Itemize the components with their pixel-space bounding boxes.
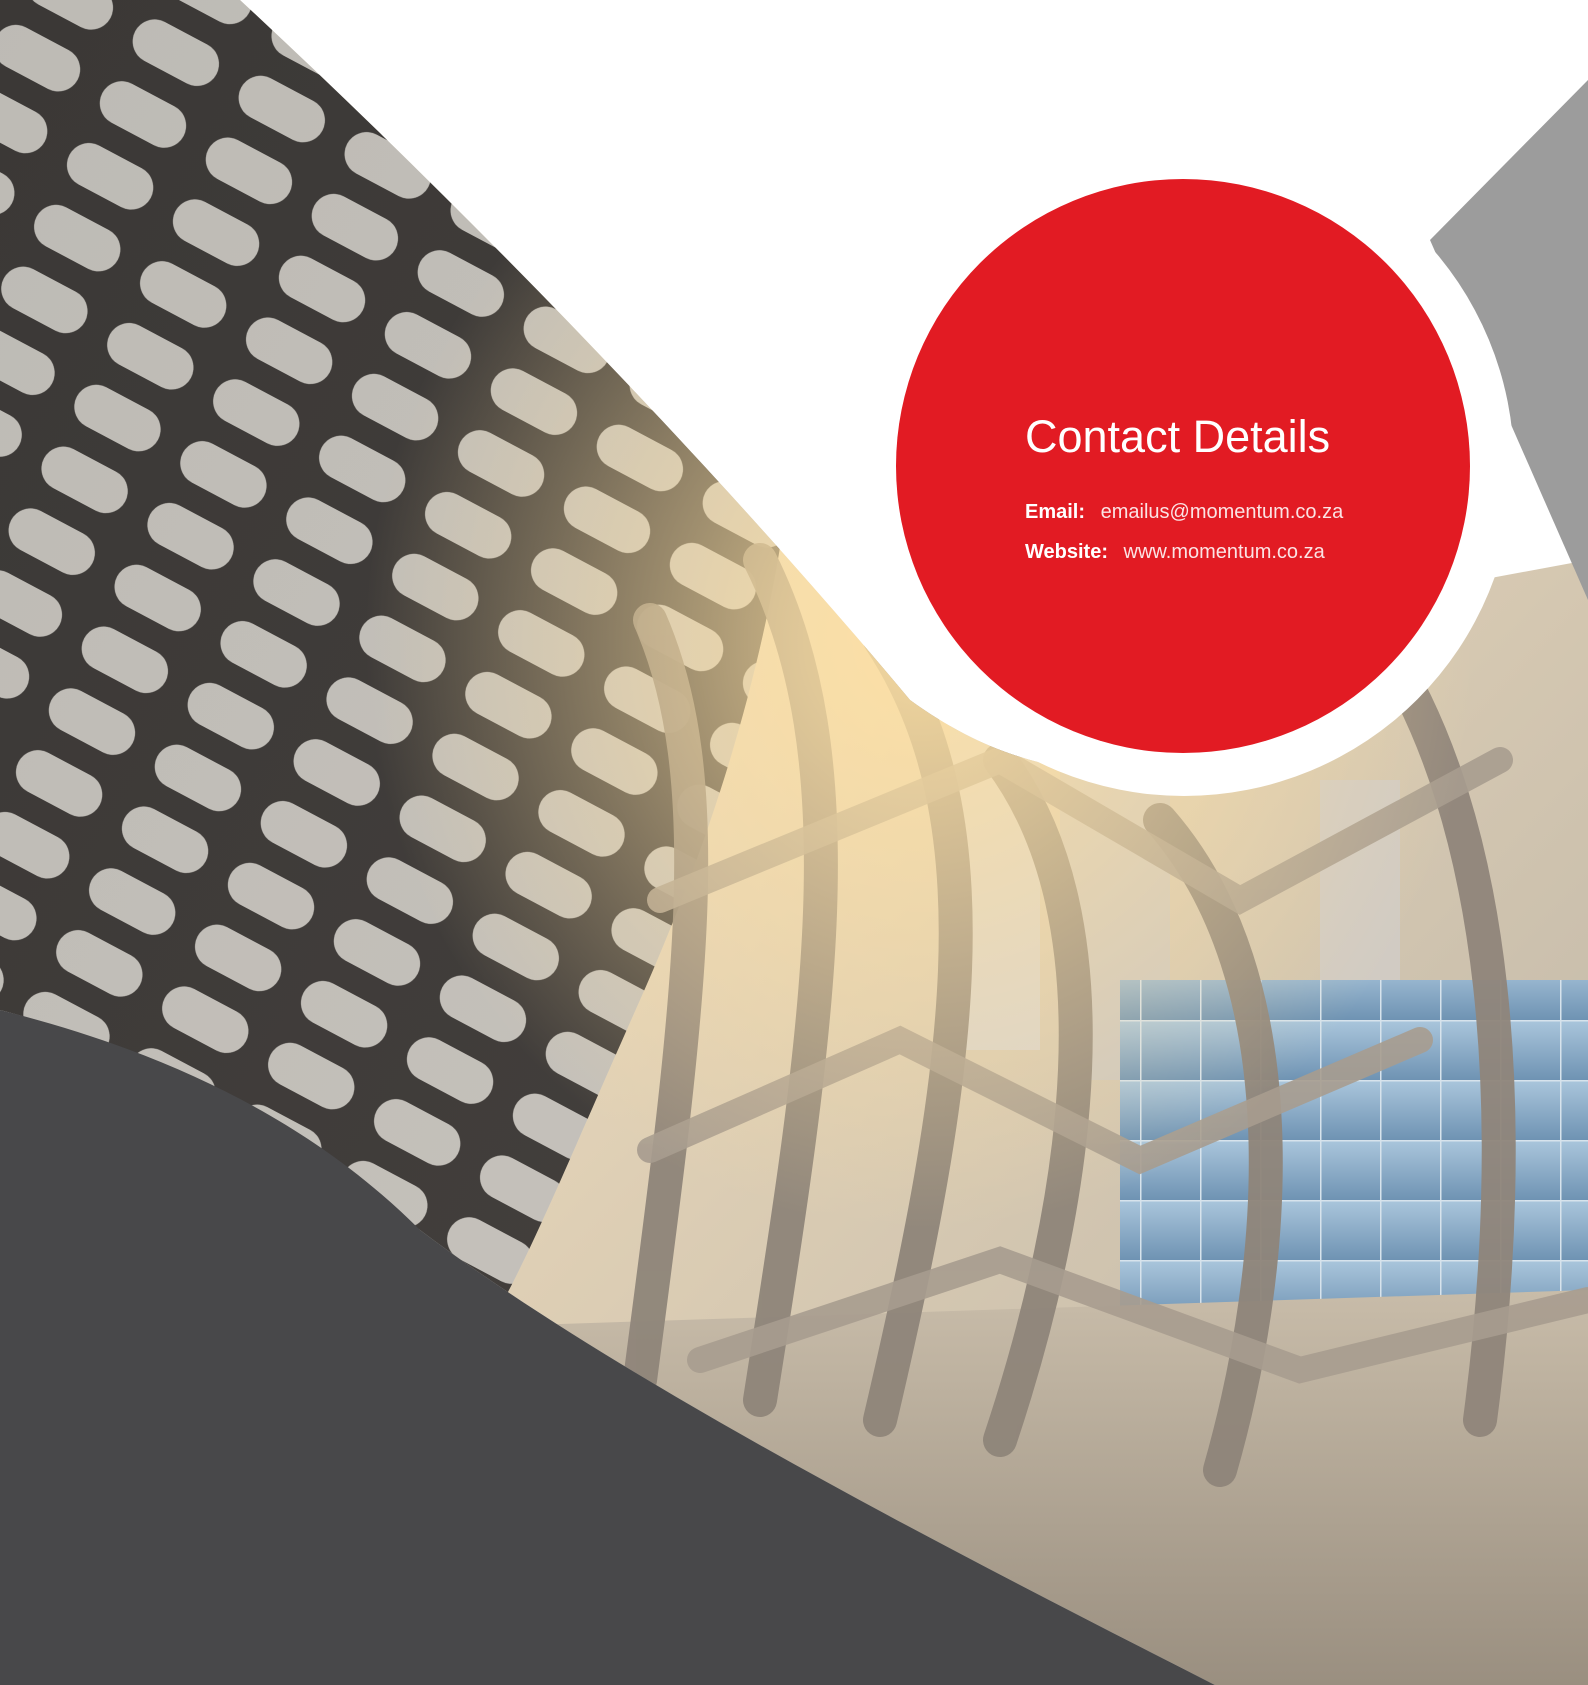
website-link[interactable]: www.momentum.co.za bbox=[1124, 541, 1325, 563]
email-link[interactable]: emailus@momentum.co.za bbox=[1101, 501, 1344, 523]
contact-page: Contact Details Email: emailus@momentum.… bbox=[0, 0, 1588, 1685]
contact-details-circle: Contact Details Email: emailus@momentum.… bbox=[896, 179, 1470, 753]
email-row: Email: emailus@momentum.co.za bbox=[1025, 502, 1343, 522]
contact-details-title: Contact Details bbox=[1025, 411, 1331, 462]
email-label: Email: bbox=[1025, 501, 1086, 523]
website-label: Website: bbox=[1025, 541, 1108, 563]
website-row: Website: www.momentum.co.za bbox=[1025, 542, 1325, 562]
